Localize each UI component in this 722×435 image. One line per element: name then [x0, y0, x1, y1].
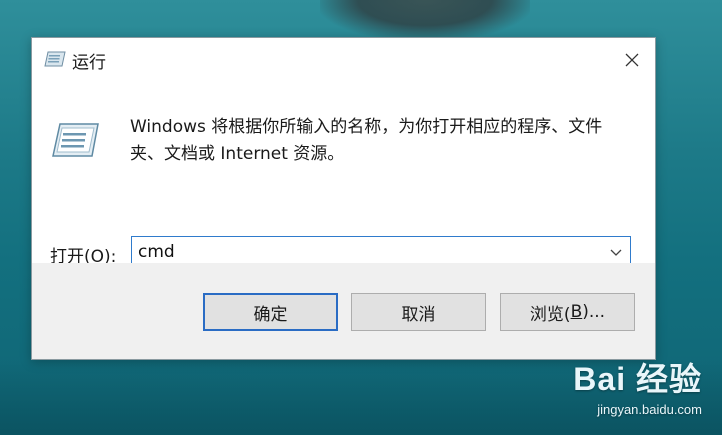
window-title: 运行 — [72, 53, 106, 73]
close-icon — [625, 53, 639, 67]
watermark-logo: Bai 经验 — [573, 361, 702, 397]
button-bar: 确定 取消 浏览(B)... — [32, 263, 655, 359]
browse-label-accelerator: B — [570, 302, 583, 322]
open-input[interactable]: cmd — [138, 242, 175, 262]
watermark-url: jingyan.baidu.com — [597, 402, 702, 417]
run-dialog: 运行 Windows 将根据你所输入的名称，为你打开相应的程序、文件夹、文档或 … — [31, 37, 656, 360]
browse-button[interactable]: 浏览(B)... — [500, 293, 635, 331]
browse-label-prefix: 浏览( — [529, 304, 571, 325]
run-icon — [44, 51, 66, 67]
chevron-down-icon[interactable] — [608, 244, 624, 260]
title-bar[interactable]: 运行 — [32, 38, 655, 82]
browse-label-suffix: )... — [582, 302, 606, 322]
close-button[interactable] — [609, 38, 655, 82]
cancel-button[interactable]: 取消 — [351, 293, 486, 331]
background-rock — [320, 0, 530, 40]
ok-button[interactable]: 确定 — [203, 293, 338, 331]
run-large-icon — [52, 123, 99, 157]
dialog-content: Windows 将根据你所输入的名称，为你打开相应的程序、文件夹、文档或 Int… — [32, 82, 655, 269]
baidu-watermark: Bai 经验 jingyan.baidu.com — [573, 354, 702, 417]
description-text: Windows 将根据你所输入的名称，为你打开相应的程序、文件夹、文档或 Int… — [130, 117, 603, 164]
